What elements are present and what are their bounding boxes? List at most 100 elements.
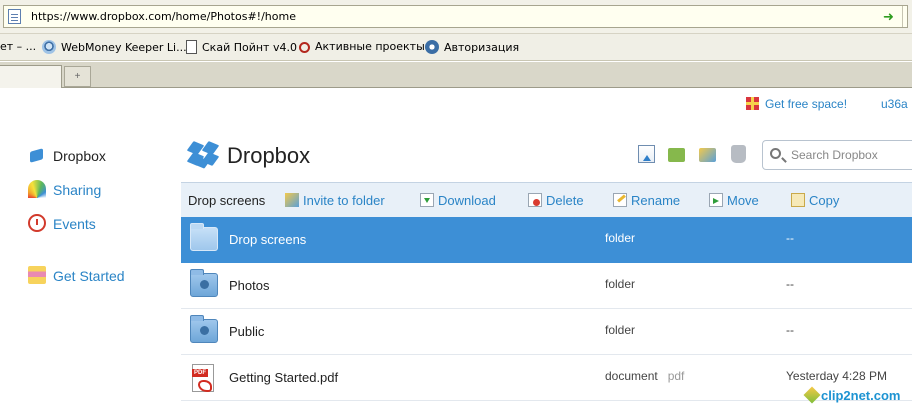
action-label: Rename	[631, 193, 681, 208]
rename-button[interactable]: Rename	[613, 193, 680, 208]
file-row-photos[interactable]: Photos folder --	[181, 263, 912, 309]
file-kind-label: folder	[605, 323, 636, 337]
pdf-icon	[192, 364, 214, 392]
download-button[interactable]: Download	[420, 193, 496, 208]
tab-strip: +	[0, 62, 912, 88]
rainbow-icon	[28, 180, 46, 198]
cake-icon	[28, 266, 46, 284]
bookmark-item[interactable]: ет – ...	[0, 40, 36, 56]
action-label: Delete	[546, 193, 584, 208]
file-kind: document pdf	[605, 369, 684, 383]
file-modified: --	[786, 323, 794, 337]
sidebar-item-events[interactable]: Events	[28, 214, 96, 232]
copy-icon	[791, 193, 805, 207]
action-label: Copy	[809, 193, 840, 208]
download-icon	[420, 193, 434, 207]
page-title: Dropbox	[227, 143, 311, 168]
bookmark-label: Скай Пойнт v4.0	[202, 41, 297, 54]
search-box	[762, 140, 912, 170]
bookmark-label: Авторизация	[444, 41, 520, 54]
move-button[interactable]: Move	[709, 193, 759, 208]
bookmark-label: Активные проекты	[315, 40, 425, 53]
sidebar-item-label: Sharing	[53, 182, 102, 198]
action-label: Invite to folder	[303, 193, 385, 208]
bookmark-item-projects[interactable]: Активные проекты	[299, 40, 425, 56]
upload-icon[interactable]	[638, 145, 655, 163]
tab-current[interactable]	[0, 65, 62, 88]
user-menu[interactable]: u36a	[881, 97, 908, 111]
page-icon	[186, 40, 197, 54]
bookmark-item-auth[interactable]: Авторизация	[425, 40, 519, 56]
search-icon	[770, 148, 781, 159]
invite-icon	[285, 193, 299, 207]
invite-to-folder-button[interactable]: Invite to folder	[285, 193, 385, 208]
search-input[interactable]	[791, 148, 911, 162]
dropbox-logo-icon	[186, 141, 220, 169]
file-name[interactable]: Photos	[229, 278, 269, 293]
public-folder-icon	[190, 315, 218, 343]
bookmark-item-skypoint[interactable]: Скай Пойнт v4.0	[186, 40, 297, 56]
watermark-text: clip2net.com	[821, 388, 901, 403]
url-text[interactable]: https://www.dropbox.com/home/Photos#!/ho…	[31, 10, 296, 23]
bookmark-item-webmoney[interactable]: WebMoney Keeper Li...	[42, 40, 187, 56]
search-icon	[299, 42, 310, 53]
new-tab-glyph: +	[74, 71, 81, 82]
page-icon	[8, 9, 21, 24]
url-field[interactable]: https://www.dropbox.com/home/Photos#!/ho…	[3, 5, 908, 28]
selection-label: Drop screens	[188, 193, 266, 208]
file-modified: --	[786, 231, 794, 245]
file-kind-label: folder	[605, 231, 636, 245]
action-bar: Drop screens Invite to folder Download D…	[181, 182, 912, 217]
delete-button[interactable]: Delete	[528, 193, 584, 208]
share-folder-icon[interactable]	[699, 148, 716, 162]
bookmark-label: WebMoney Keeper Li...	[61, 41, 187, 54]
sidebar-item-dropbox[interactable]: Dropbox	[28, 146, 106, 164]
free-space-label: Get free space!	[765, 97, 848, 111]
file-name[interactable]: Public	[229, 324, 264, 339]
dropbox-box-icon	[28, 146, 46, 164]
sidebar-item-label: Get Started	[53, 268, 125, 284]
file-row-getting-started[interactable]: Getting Started.pdf document pdf Yesterda…	[181, 355, 912, 401]
action-label: Download	[438, 193, 496, 208]
sidebar-item-get-started[interactable]: Get Started	[28, 266, 125, 284]
webmoney-icon	[42, 40, 56, 54]
file-kind-label: document	[605, 369, 658, 383]
bookmarks-bar: ет – ... WebMoney Keeper Li... Скай Пойн…	[0, 34, 912, 61]
file-kind: folder	[605, 277, 645, 291]
file-name[interactable]: Getting Started.pdf	[229, 370, 338, 385]
file-kind: folder	[605, 231, 645, 245]
copy-button[interactable]: Copy	[791, 193, 839, 208]
file-row-drop-screens[interactable]: Drop screens folder --	[181, 217, 912, 263]
clip2net-logo-icon	[803, 386, 821, 404]
delete-icon	[528, 193, 542, 207]
new-folder-icon[interactable]	[668, 148, 685, 162]
globe-badge-icon	[200, 326, 209, 335]
bookmark-label: ет – ...	[0, 40, 37, 53]
file-name[interactable]: Drop screens	[229, 232, 306, 247]
go-arrow-icon[interactable]: ➜	[883, 9, 894, 24]
clock-icon	[28, 214, 46, 232]
browser-address-bar: https://www.dropbox.com/home/Photos#!/ho…	[0, 0, 912, 34]
photos-folder-icon	[190, 269, 218, 297]
new-tab-button[interactable]: +	[64, 66, 91, 87]
clip2net-watermark: clip2net.com	[803, 386, 901, 404]
file-row-public[interactable]: Public folder --	[181, 309, 912, 355]
file-kind: folder	[605, 323, 645, 337]
gift-icon	[746, 97, 759, 110]
sidebar-item-label: Events	[53, 216, 96, 232]
auth-icon	[425, 40, 439, 54]
get-free-space-link[interactable]: Get free space!	[746, 97, 847, 111]
move-icon	[709, 193, 723, 207]
sidebar-item-sharing[interactable]: Sharing	[28, 180, 101, 198]
folder-icon	[190, 223, 218, 251]
file-modified: --	[786, 277, 794, 291]
file-kind-label: folder	[605, 277, 636, 291]
action-label: Move	[727, 193, 759, 208]
file-modified: Yesterday 4:28 PM	[786, 369, 887, 383]
rename-icon	[613, 193, 627, 207]
file-ext: pdf	[667, 369, 685, 383]
sidebar-item-label: Dropbox	[53, 148, 106, 164]
url-separator	[902, 6, 903, 27]
camera-badge-icon	[200, 280, 209, 289]
show-deleted-icon[interactable]	[731, 145, 746, 163]
